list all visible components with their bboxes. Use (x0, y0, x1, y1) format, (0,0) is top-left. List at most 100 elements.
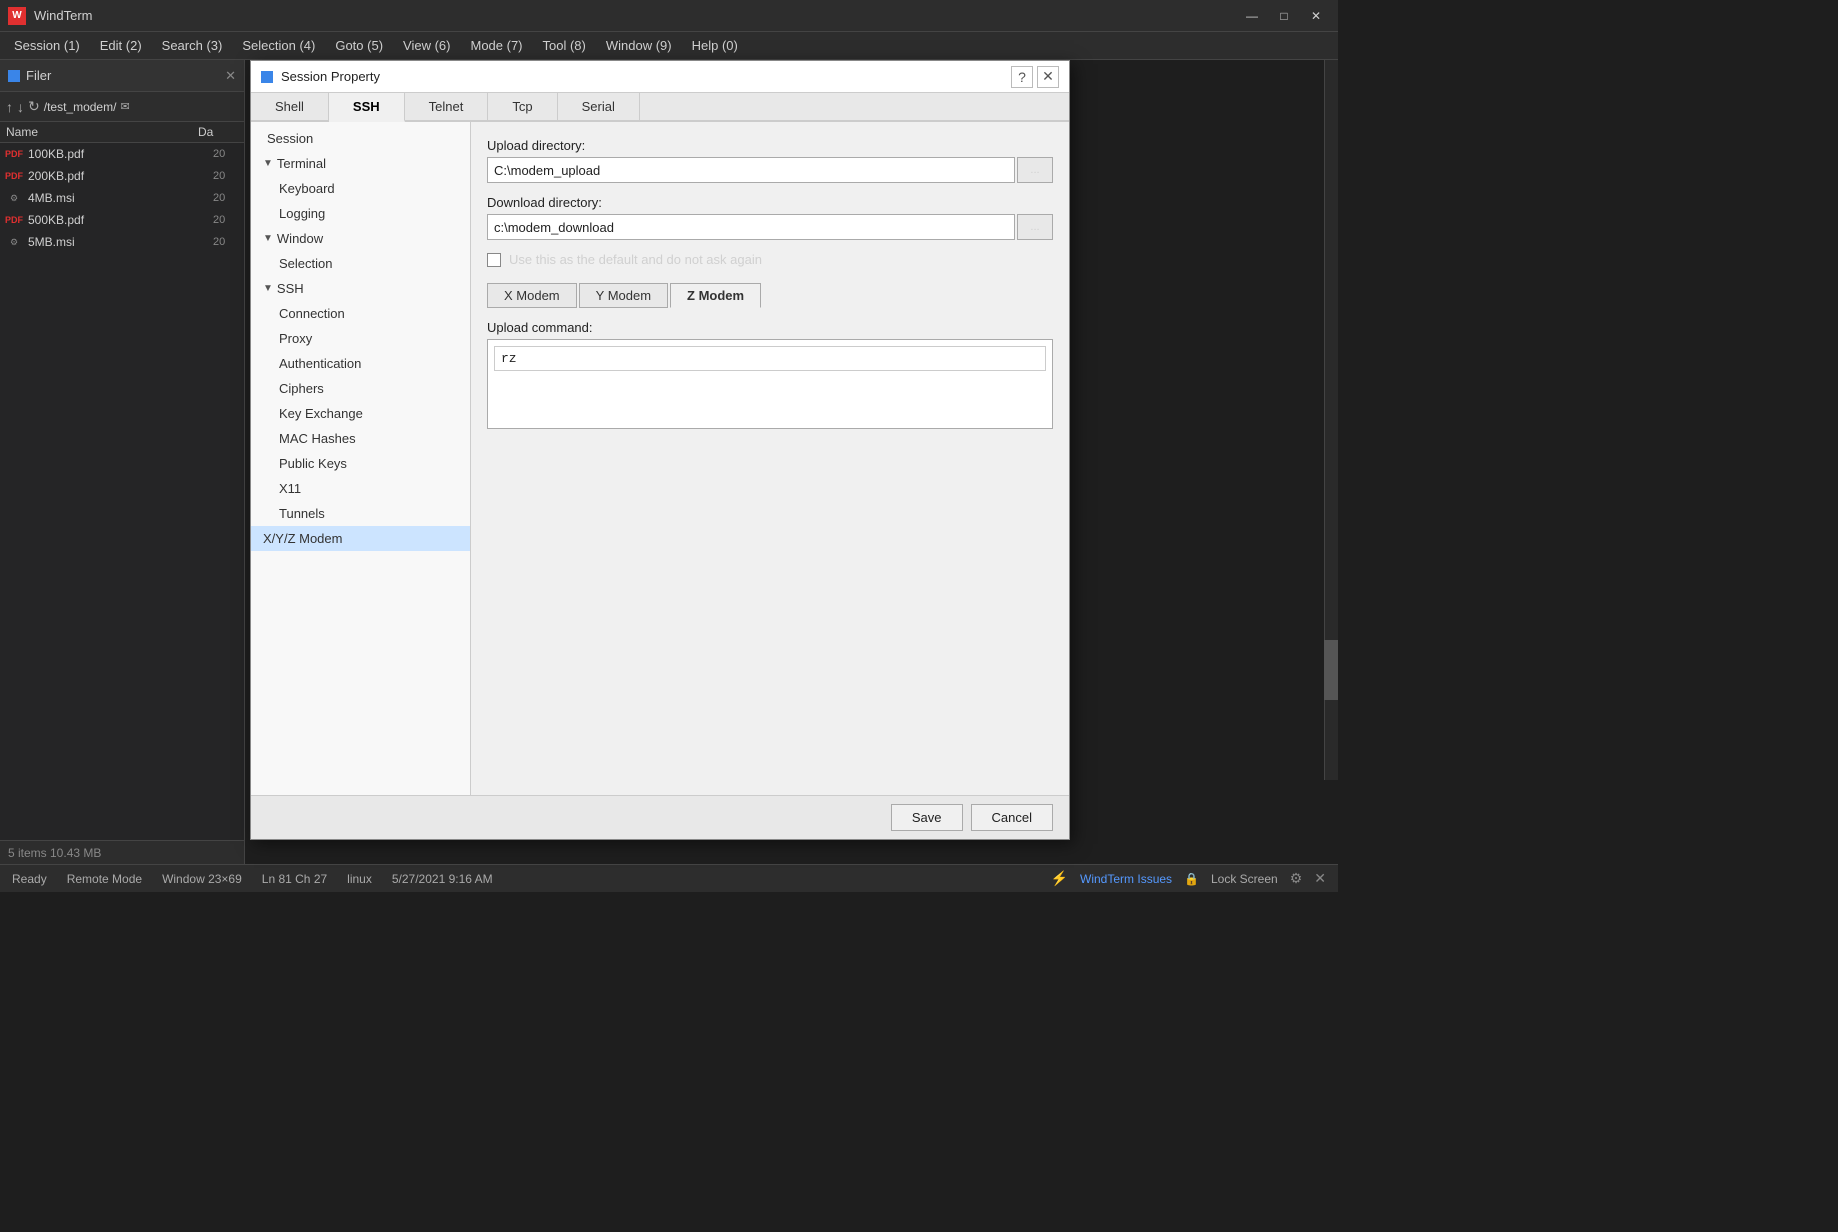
windterm-icon: ⚡ (1051, 870, 1068, 887)
issues-link[interactable]: WindTerm Issues (1080, 872, 1172, 886)
menu-search[interactable]: Search (3) (152, 36, 233, 55)
upload-browse-button[interactable]: ... (1017, 157, 1053, 183)
tree-keyboard[interactable]: Keyboard (251, 176, 470, 201)
tree-session[interactable]: Session (251, 126, 470, 151)
tree-x11[interactable]: X11 (251, 476, 470, 501)
file-item[interactable]: PDF 500KB.pdf 20 (0, 209, 244, 231)
tree-mac-hashes[interactable]: MAC Hashes (251, 426, 470, 451)
tab-ssh[interactable]: SSH (329, 93, 405, 122)
default-checkbox[interactable] (487, 253, 501, 267)
menu-help[interactable]: Help (0) (682, 36, 748, 55)
file-date: 20 (213, 192, 238, 204)
upload-directory-label: Upload directory: (487, 138, 1053, 153)
tree-key-exchange[interactable]: Key Exchange (251, 401, 470, 426)
dialog-title-bar: Session Property ? ✕ (251, 61, 1069, 93)
pdf-icon: PDF (6, 146, 22, 162)
tree-window[interactable]: ▼ Window (251, 226, 470, 251)
tree-logging[interactable]: Logging (251, 201, 470, 226)
tree-label: SSH (277, 281, 304, 296)
msi-icon: ⚙ (6, 234, 22, 250)
tab-y-modem[interactable]: Y Modem (579, 283, 668, 308)
tree-label: Authentication (279, 356, 361, 371)
file-date: 20 (213, 236, 238, 248)
menu-edit[interactable]: Edit (2) (90, 36, 152, 55)
menu-tool[interactable]: Tool (8) (533, 36, 596, 55)
close-button[interactable]: ✕ (1302, 6, 1330, 26)
content-panel: Upload directory: ... Download directory… (471, 122, 1069, 795)
tree-label: Public Keys (279, 456, 347, 471)
tree-label: Selection (279, 256, 332, 271)
settings-icon[interactable]: ⚙ (1290, 870, 1303, 887)
status-close-icon[interactable]: ✕ (1314, 870, 1326, 887)
tree-ssh[interactable]: ▼ SSH (251, 276, 470, 301)
cancel-button[interactable]: Cancel (971, 804, 1053, 831)
menu-selection[interactable]: Selection (4) (232, 36, 325, 55)
tree-terminal[interactable]: ▼ Terminal (251, 151, 470, 176)
file-item[interactable]: ⚙ 5MB.msi 20 (0, 231, 244, 253)
file-list-header: Name Da (0, 122, 244, 143)
file-name: 5MB.msi (28, 235, 213, 249)
file-item[interactable]: PDF 200KB.pdf 20 (0, 165, 244, 187)
dialog-controls: ? ✕ (1011, 66, 1059, 88)
minimize-button[interactable]: — (1238, 6, 1266, 26)
tree-authentication[interactable]: Authentication (251, 351, 470, 376)
pdf-icon: PDF (6, 212, 22, 228)
app-icon: W (8, 7, 26, 25)
upload-directory-input[interactable] (487, 157, 1015, 183)
menu-goto[interactable]: Goto (5) (325, 36, 393, 55)
lock-screen-label[interactable]: Lock Screen (1211, 872, 1278, 886)
file-name: 4MB.msi (28, 191, 213, 205)
tab-z-modem[interactable]: Z Modem (670, 283, 761, 308)
menu-session[interactable]: Session (1) (4, 36, 90, 55)
file-date: 20 (213, 148, 238, 160)
status-remote-mode: Remote Mode (67, 872, 142, 886)
tab-telnet[interactable]: Telnet (405, 93, 489, 120)
tab-tcp[interactable]: Tcp (488, 93, 557, 120)
tab-x-modem[interactable]: X Modem (487, 283, 577, 308)
tree-label: Keyboard (279, 181, 335, 196)
dialog-body: Session ▼ Terminal Keyboard Logging ▼ Wi… (251, 122, 1069, 795)
file-name: 500KB.pdf (28, 213, 213, 227)
tree-public-keys[interactable]: Public Keys (251, 451, 470, 476)
file-item[interactable]: ⚙ 4MB.msi 20 (0, 187, 244, 209)
app-title: WindTerm (34, 8, 93, 23)
tab-shell[interactable]: Shell (251, 93, 329, 120)
expand-icon: ▼ (263, 158, 273, 169)
menu-bar: Session (1) Edit (2) Search (3) Selectio… (0, 32, 1338, 60)
tree-label: Window (277, 231, 323, 246)
file-item[interactable]: PDF 100KB.pdf 20 (0, 143, 244, 165)
menu-mode[interactable]: Mode (7) (460, 36, 532, 55)
tree-xyz-modem[interactable]: X/Y/Z Modem (251, 526, 470, 551)
restore-button[interactable]: □ (1270, 6, 1298, 26)
pdf-icon: PDF (6, 168, 22, 184)
nav-refresh-button[interactable]: ↻ (28, 98, 40, 115)
nav-down-button[interactable]: ↓ (17, 99, 24, 115)
dialog-close-button[interactable]: ✕ (1037, 66, 1059, 88)
status-os: linux (347, 872, 372, 886)
filer-close-button[interactable]: ✕ (225, 68, 236, 84)
nav-up-button[interactable]: ↑ (6, 99, 13, 115)
file-name: 100KB.pdf (28, 147, 213, 161)
upload-directory-row: ... (487, 157, 1053, 183)
upload-command-input[interactable] (494, 346, 1046, 371)
save-button[interactable]: Save (891, 804, 963, 831)
download-directory-input[interactable] (487, 214, 1015, 240)
download-directory-label: Download directory: (487, 195, 1053, 210)
tree-label: Tunnels (279, 506, 325, 521)
tree-ciphers[interactable]: Ciphers (251, 376, 470, 401)
tree-proxy[interactable]: Proxy (251, 326, 470, 351)
tree-connection[interactable]: Connection (251, 301, 470, 326)
tree-selection[interactable]: Selection (251, 251, 470, 276)
file-name: 200KB.pdf (28, 169, 213, 183)
menu-window[interactable]: Window (9) (596, 36, 682, 55)
tree-panel: Session ▼ Terminal Keyboard Logging ▼ Wi… (251, 122, 471, 795)
menu-view[interactable]: View (6) (393, 36, 460, 55)
scroll-area[interactable] (1324, 60, 1338, 780)
expand-icon: ▼ (263, 233, 273, 244)
dialog-help-button[interactable]: ? (1011, 66, 1033, 88)
tab-serial[interactable]: Serial (558, 93, 640, 120)
tree-tunnels[interactable]: Tunnels (251, 501, 470, 526)
dialog-tabs: Shell SSH Telnet Tcp Serial (251, 93, 1069, 122)
scroll-thumb[interactable] (1324, 640, 1338, 700)
download-browse-button[interactable]: ... (1017, 214, 1053, 240)
